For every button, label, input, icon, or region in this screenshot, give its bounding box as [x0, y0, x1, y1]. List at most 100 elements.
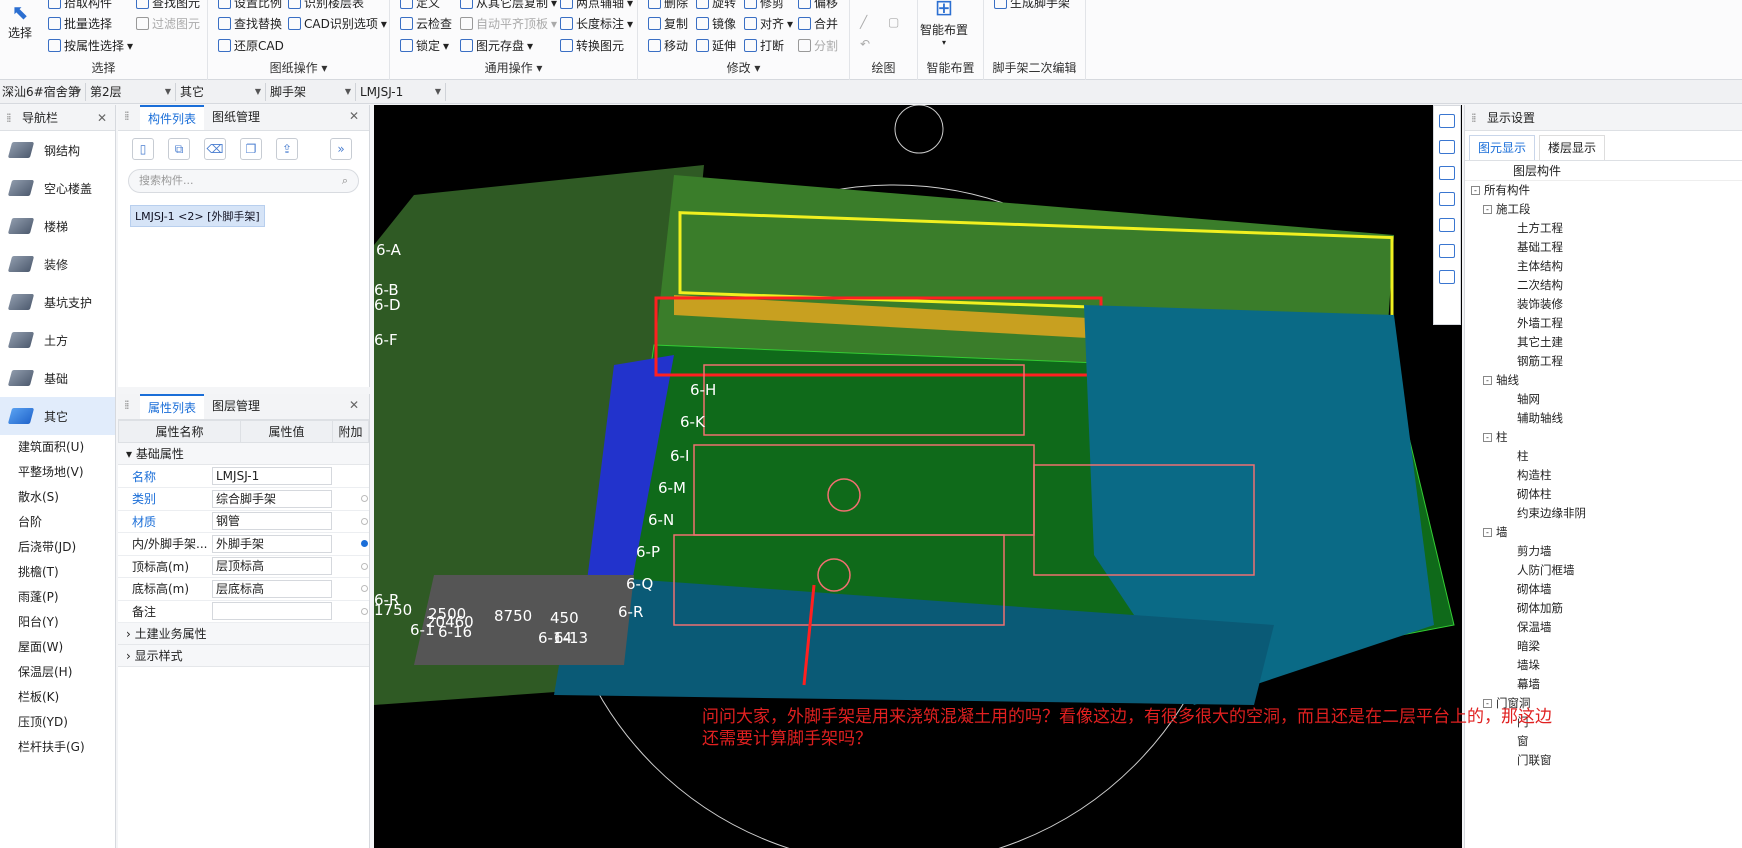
nav-subitem[interactable]: 后浇带(JD)	[0, 535, 115, 560]
nav-subitem[interactable]: 雨蓬(P)	[0, 585, 115, 610]
tree-node[interactable]: 其它土建	[1471, 333, 1742, 352]
collapse-icon[interactable]: -	[1483, 528, 1492, 537]
close-icon[interactable]: ✕	[349, 109, 359, 123]
select-by-property-button[interactable]: 按属性选择 ▾	[48, 37, 133, 54]
delete-component-icon[interactable]: ⌫	[204, 138, 226, 160]
tree-node[interactable]: 约束边缘非阴	[1471, 504, 1742, 523]
smart-layout-button[interactable]: ⊞ 智能布置 ▾	[920, 0, 968, 47]
tree-node[interactable]: -墙	[1471, 523, 1742, 542]
property-value-input[interactable]: 综合脚手架	[212, 489, 332, 508]
property-group-display[interactable]: › 显示样式	[118, 645, 369, 667]
floor-select[interactable]: 第2层 ▼	[88, 83, 176, 101]
component-search-input[interactable]: 搜索构件... ⌕	[128, 169, 359, 193]
property-value-input[interactable]: 外脚手架	[212, 534, 332, 553]
drag-handle-icon[interactable]: ⁞⁞	[124, 109, 129, 123]
3d-view-icon[interactable]	[1439, 166, 1455, 180]
nav-subitem[interactable]: 屋面(W)	[0, 635, 115, 660]
define-button[interactable]: 定义	[400, 0, 440, 11]
collapse-icon[interactable]: -	[1483, 205, 1492, 214]
drag-handle-icon[interactable]: ⁞⁞	[1471, 105, 1476, 131]
nav-subitem[interactable]: 建筑面积(U)	[0, 435, 115, 460]
draw-rect-button[interactable]: ▢	[888, 15, 899, 29]
tree-node[interactable]: 基础工程	[1471, 238, 1742, 257]
attach-toggle[interactable]	[361, 562, 368, 570]
tab-element-display[interactable]: 图元显示	[1469, 135, 1536, 160]
merge-button[interactable]: 合并	[798, 15, 838, 32]
break-button[interactable]: 打断	[744, 37, 784, 54]
cad-options-button[interactable]: CAD识别选项 ▾	[288, 15, 387, 32]
copy-button[interactable]: 复制	[648, 15, 688, 32]
attach-toggle[interactable]	[361, 495, 368, 503]
offset-button[interactable]: 偏移	[798, 0, 838, 11]
duplicate-layer-icon[interactable]: ❐	[240, 138, 262, 160]
layer-settings-icon[interactable]	[1439, 270, 1455, 284]
rotate-button[interactable]: 旋转	[696, 0, 736, 11]
tree-node[interactable]: - 施工段	[1471, 200, 1742, 219]
tree-node[interactable]: 人防门框墙	[1471, 561, 1742, 580]
property-value-input[interactable]: LMJSJ-1	[212, 467, 332, 485]
tree-node[interactable]: - 所有构件	[1471, 181, 1742, 200]
more-icon[interactable]: »	[330, 138, 352, 160]
tree-node[interactable]: - 轴线	[1471, 371, 1742, 390]
tree-node[interactable]: 墙垛	[1471, 656, 1742, 675]
isolate-icon[interactable]	[1439, 244, 1455, 258]
delete-button[interactable]: 删除	[648, 0, 688, 11]
align-button[interactable]: 对齐 ▾	[744, 15, 793, 32]
type-select[interactable]: 脚手架 ▼	[268, 83, 356, 101]
nav-subitem[interactable]: 散水(S)	[0, 485, 115, 510]
attach-toggle[interactable]	[361, 585, 368, 593]
component-select[interactable]: LMJSJ-1 ▼	[358, 83, 446, 101]
property-value-input[interactable]	[212, 602, 332, 621]
tree-node[interactable]: 轴网	[1471, 390, 1742, 409]
nav-item-other[interactable]: 其它	[0, 397, 115, 435]
nav-subitem[interactable]: 平整场地(V)	[0, 460, 115, 485]
length-dimension-button[interactable]: 长度标注 ▾	[560, 15, 633, 32]
nav-item-pit-support[interactable]: 基坑支护	[0, 283, 115, 321]
nav-item-foundation[interactable]: 基础	[0, 359, 115, 397]
find-replace-button[interactable]: 查找替换	[218, 15, 282, 32]
tab-floor-display[interactable]: 楼层显示	[1539, 135, 1606, 160]
tree-node[interactable]: 装饰装修	[1471, 295, 1742, 314]
property-value-input[interactable]: 钢管	[212, 512, 332, 531]
tab-component-list[interactable]: 构件列表	[140, 105, 205, 130]
2d-view-icon[interactable]	[1439, 140, 1455, 154]
copy-from-other-floor-button[interactable]: 从其它层复制 ▾	[460, 0, 557, 11]
auto-align-slab-button[interactable]: 自动平齐顶板 ▾	[460, 15, 557, 32]
pick-component-button[interactable]: 拾取构件	[48, 0, 112, 11]
lock-button[interactable]: 锁定 ▾	[400, 37, 449, 54]
tree-node[interactable]: 幕墙	[1471, 675, 1742, 694]
tree-node[interactable]: -柱	[1471, 428, 1742, 447]
move-button[interactable]: 移动	[648, 37, 688, 54]
draw-arc-button[interactable]: ↶	[860, 37, 870, 51]
batch-select-button[interactable]: 批量选择	[48, 15, 112, 32]
orbit-icon[interactable]	[1439, 114, 1455, 128]
selected-component-item[interactable]: LMJSJ-1 <2> [外脚手架]	[130, 205, 265, 227]
attach-toggle[interactable]	[361, 607, 368, 615]
tree-node[interactable]: 暗梁	[1471, 637, 1742, 656]
identify-floor-table-button[interactable]: 识别楼层表	[288, 0, 364, 11]
collapse-icon[interactable]: -	[1471, 186, 1480, 195]
split-button[interactable]: 分割	[798, 37, 838, 54]
property-value-input[interactable]: 层底标高	[212, 579, 332, 598]
tree-node[interactable]: 门联窗	[1471, 751, 1742, 770]
nav-subitem[interactable]: 压顶(YD)	[0, 710, 115, 735]
restore-cad-button[interactable]: 还原CAD	[218, 37, 284, 54]
tree-node[interactable]: 主体结构	[1471, 257, 1742, 276]
tree-node[interactable]: 辅助轴线	[1471, 409, 1742, 428]
collapse-icon[interactable]: -	[1483, 433, 1492, 442]
tree-node[interactable]: 二次结构	[1471, 276, 1742, 295]
property-value-input[interactable]: 层顶标高	[212, 557, 332, 576]
tree-node[interactable]: 外墙工程	[1471, 314, 1742, 333]
extend-button[interactable]: 延伸	[696, 37, 736, 54]
attach-toggle[interactable]	[361, 517, 368, 525]
collapse-icon[interactable]: -	[1483, 376, 1492, 385]
element-save-button[interactable]: 图元存盘 ▾	[460, 37, 533, 54]
drag-handle-icon[interactable]: ⁞⁞	[124, 398, 129, 412]
nav-item-hollow-floor[interactable]: 空心楼盖	[0, 169, 115, 207]
property-group-civil[interactable]: › 土建业务属性	[118, 623, 369, 645]
close-icon[interactable]: ✕	[349, 398, 359, 412]
cloud-check-button[interactable]: 云检查	[400, 15, 452, 32]
fit-view-icon[interactable]	[1439, 218, 1455, 232]
drag-handle-icon[interactable]: ⁞⁞	[6, 105, 11, 131]
tree-node[interactable]: 构造柱	[1471, 466, 1742, 485]
